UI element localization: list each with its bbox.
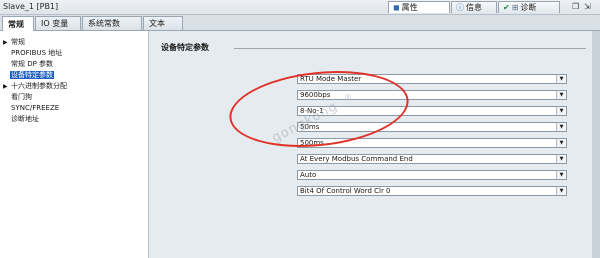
tab-text-label: 文本 (149, 19, 165, 28)
sidebar-item-device-params[interactable]: 设备特定参数 (10, 71, 54, 80)
tab-info-label: 信息 (466, 3, 482, 12)
output-data-mode-select[interactable]: Auto ▼ (297, 170, 567, 180)
chevron-down-icon[interactable]: ▼ (556, 75, 566, 83)
diagnostics-icon: ⊞ (511, 3, 519, 12)
sidebar-item-label: PROFIBUS 地址 (11, 49, 63, 57)
vertical-scrollbar[interactable] (592, 31, 600, 258)
chevron-down-icon[interactable]: ▼ (556, 139, 566, 147)
sidebar-item-general-dp-params[interactable]: 常规 DP 参数 (10, 60, 54, 69)
tab-info[interactable]: ⓘ 信息 (451, 1, 497, 13)
sidebar-item-label: 常规 (11, 38, 25, 46)
watermark-registered-mark: ® (344, 93, 352, 102)
chevron-down-icon[interactable]: ▼ (556, 171, 566, 179)
sidebar-item-watchdog[interactable]: 看门狗 (10, 93, 33, 102)
tab-general-label: 常规 (8, 19, 24, 29)
start-scan-select[interactable]: Bit4 Of Control Word Clr 0 ▼ (297, 186, 567, 196)
chevron-down-icon[interactable]: ▼ (556, 123, 566, 131)
expand-arrow-icon[interactable]: ▶ (3, 82, 10, 91)
tab-diagnostics[interactable]: ✔ ⊞ 诊断 (498, 1, 560, 13)
tab-io-variables-label: IO 变量 (41, 19, 69, 28)
sidebar-item-sync-freeze[interactable]: SYNC/FREEZE (10, 104, 60, 113)
sidebar-item-label: 诊断地址 (11, 115, 39, 123)
section-divider (234, 48, 586, 49)
sidebar: ▶ 常规 PROFIBUS 地址 常规 DP 参数 设备特定参数 ▶ 十六进制参数分… (0, 31, 149, 258)
section-title: 设备特定参数 (161, 43, 209, 52)
expand-arrow-icon[interactable]: ▶ (3, 38, 10, 47)
sidebar-item-hex-params[interactable]: ▶ 十六进制参数分配 (3, 82, 68, 91)
sidebar-item-label: 常规 DP 参数 (11, 60, 54, 68)
input-data-mode-select[interactable]: At Every Modbus Command End ▼ (297, 154, 567, 164)
sidebar-item-label: 十六进制参数分配 (11, 82, 67, 90)
expand-icon[interactable]: ⇲ (584, 2, 591, 11)
restore-icon[interactable]: ❐ (572, 2, 579, 11)
sidebar-item-diag-address[interactable]: 诊断地址 (10, 115, 40, 124)
window-titlebar: Slave_1 [PB1] ◼ 属性 ⓘ 信息 ✔ ⊞ 诊断 ❐ ⇲ (0, 0, 600, 15)
tab-general[interactable]: 常规 (2, 16, 34, 31)
properties-icon: ◼ (393, 3, 400, 12)
chevron-down-icon[interactable]: ▼ (556, 187, 566, 195)
tab-system-constants[interactable]: 系统常数 (82, 16, 142, 30)
chevron-down-icon[interactable]: ▼ (556, 91, 566, 99)
chevron-down-icon[interactable]: ▼ (556, 107, 566, 115)
sidebar-item-label: 设备特定参数 (10, 71, 54, 79)
tab-properties[interactable]: ◼ 属性 (388, 1, 450, 13)
input-data-mode-value: At Every Modbus Command End (300, 155, 413, 163)
start-scan-value: Bit4 Of Control Word Clr 0 (300, 187, 391, 195)
tab-properties-label: 属性 (401, 3, 418, 12)
output-data-mode-value: Auto (300, 171, 317, 179)
sidebar-item-profibus-address[interactable]: PROFIBUS 地址 (10, 49, 63, 58)
tab-system-constants-label: 系统常数 (88, 19, 120, 28)
tab-bar: 常规 IO 变量 系统常数 文本 (0, 15, 600, 31)
sidebar-item-general[interactable]: ▶ 常规 (3, 38, 26, 47)
info-icon: ⓘ (456, 3, 464, 12)
tab-text[interactable]: 文本 (143, 16, 183, 30)
tab-io-variables[interactable]: IO 变量 (35, 16, 81, 30)
chevron-down-icon[interactable]: ▼ (556, 155, 566, 163)
tab-diagnostics-label: 诊断 (520, 3, 537, 12)
sidebar-item-label: 看门狗 (11, 93, 32, 101)
window-title: Slave_1 [PB1] (3, 2, 59, 11)
check-icon: ✔ (503, 3, 510, 12)
device-params-panel: 设备特定参数 Modbus Work Mode: RTU Mode Master… (149, 31, 592, 258)
sidebar-item-label: SYNC/FREEZE (11, 104, 60, 112)
